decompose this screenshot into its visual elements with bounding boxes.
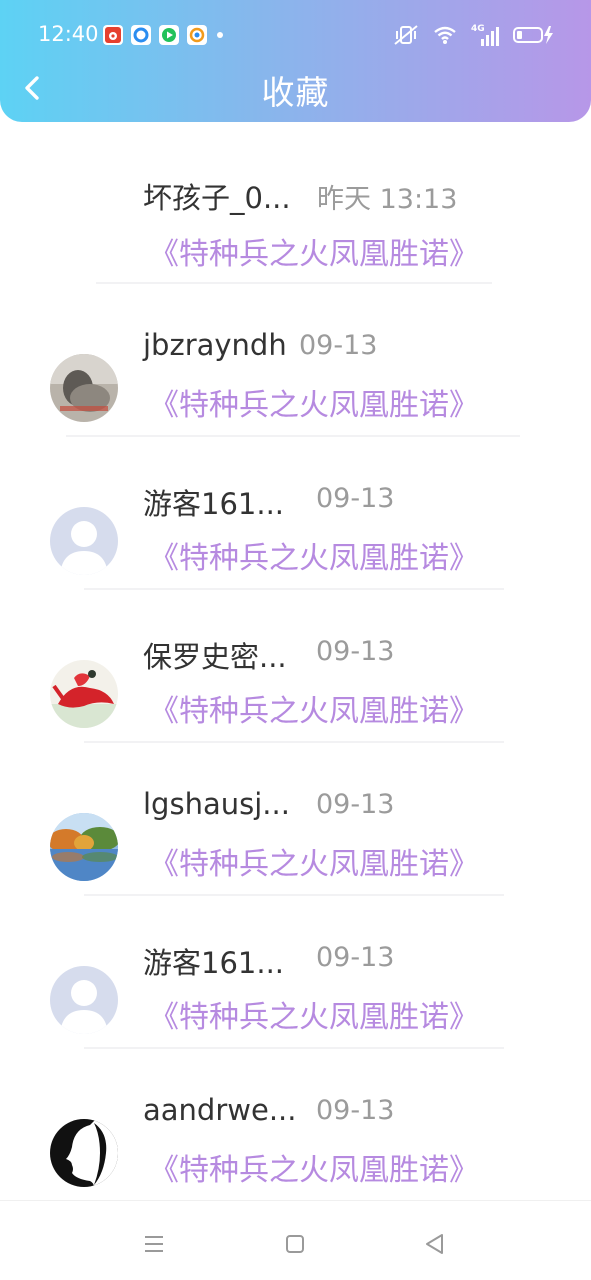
cellular-signal-icon: 4G [471,24,499,48]
book-title[interactable]: 《特种兵之火凤凰胜诺》 [149,1145,479,1189]
avatar[interactable] [50,507,118,575]
back-triangle-icon [426,1234,443,1254]
list-item[interactable]: lgshausj... 09-13 《特种兵之火凤凰胜诺》 [0,747,591,900]
header: 12:40 4G 收藏 [0,0,591,122]
avatar[interactable] [50,354,118,422]
divider [84,588,504,590]
divider [84,1047,504,1049]
username: 保罗史密... [143,640,287,674]
book-title[interactable]: 《特种兵之火凤凰胜诺》 [149,533,479,577]
avatar[interactable] [50,813,118,881]
username: jbzrayndh [143,328,287,362]
favorites-list: 坏孩子_0... 昨天 13:13 《特种兵之火凤凰胜诺》 jbzrayndh … [0,135,591,1206]
list-item[interactable]: 游客161... 09-13 《特种兵之火凤凰胜诺》 [0,900,591,1053]
weibo-icon [103,25,123,45]
browser-icon [187,25,207,45]
divider [84,741,504,743]
list-item[interactable]: 游客161... 09-13 《特种兵之火凤凰胜诺》 [0,441,591,594]
list-item[interactable]: aandrwe... 09-13 《特种兵之火凤凰胜诺》 [0,1053,591,1206]
favorites-screen: 12:40 4G 收藏 坏孩子_0... 昨天 13:13 《特种兵之火凤凰胜诺… [0,0,591,1280]
divider [66,435,520,437]
book-title[interactable]: 《特种兵之火凤凰胜诺》 [149,229,479,273]
username: 游客161... [143,946,285,980]
list-item[interactable]: jbzrayndh 09-13 《特种兵之火凤凰胜诺》 [0,288,591,441]
back-nav-button[interactable] [422,1231,448,1257]
wifi-icon [433,25,457,49]
date: 昨天 13:13 [317,184,458,215]
date: 09-13 [299,330,378,361]
username: aandrwe... [143,1093,297,1127]
date: 09-13 [316,1095,395,1126]
vibrate-icon [393,24,419,50]
circle-app-icon [131,25,151,45]
avatar[interactable] [50,966,118,1034]
list-item[interactable]: 坏孩子_0... 昨天 13:13 《特种兵之火凤凰胜诺》 [0,135,591,288]
book-title[interactable]: 《特种兵之火凤凰胜诺》 [149,839,479,883]
date: 09-13 [316,636,395,667]
more-notifications-dot [217,32,223,38]
system-nav-bar [0,1200,591,1280]
battery-charging-icon [513,25,555,49]
book-title[interactable]: 《特种兵之火凤凰胜诺》 [149,992,479,1036]
username: 游客161... [143,487,285,521]
avatar[interactable] [50,660,118,728]
notification-icons [103,25,223,45]
default-user-icon [50,966,118,1034]
default-user-icon [50,507,118,575]
divider [96,282,492,284]
video-play-icon [159,25,179,45]
system-icons: 4G [393,24,555,50]
home-button[interactable] [282,1231,308,1257]
date: 09-13 [316,483,395,514]
menu-button[interactable] [141,1231,167,1257]
menu-icon [145,1236,163,1252]
book-title[interactable]: 《特种兵之火凤凰胜诺》 [149,380,479,424]
avatar[interactable] [50,1119,118,1187]
book-title[interactable]: 《特种兵之火凤凰胜诺》 [149,686,479,730]
username: 坏孩子_0... [143,181,291,215]
username: lgshausj... [143,787,290,821]
status-bar: 12:40 4G [0,0,591,72]
date: 09-13 [316,942,395,973]
date: 09-13 [316,789,395,820]
home-square-icon [286,1235,304,1253]
list-item[interactable]: 保罗史密... 09-13 《特种兵之火凤凰胜诺》 [0,594,591,747]
status-time: 12:40 [38,22,99,46]
divider [84,894,504,896]
page-title: 收藏 [261,73,330,112]
